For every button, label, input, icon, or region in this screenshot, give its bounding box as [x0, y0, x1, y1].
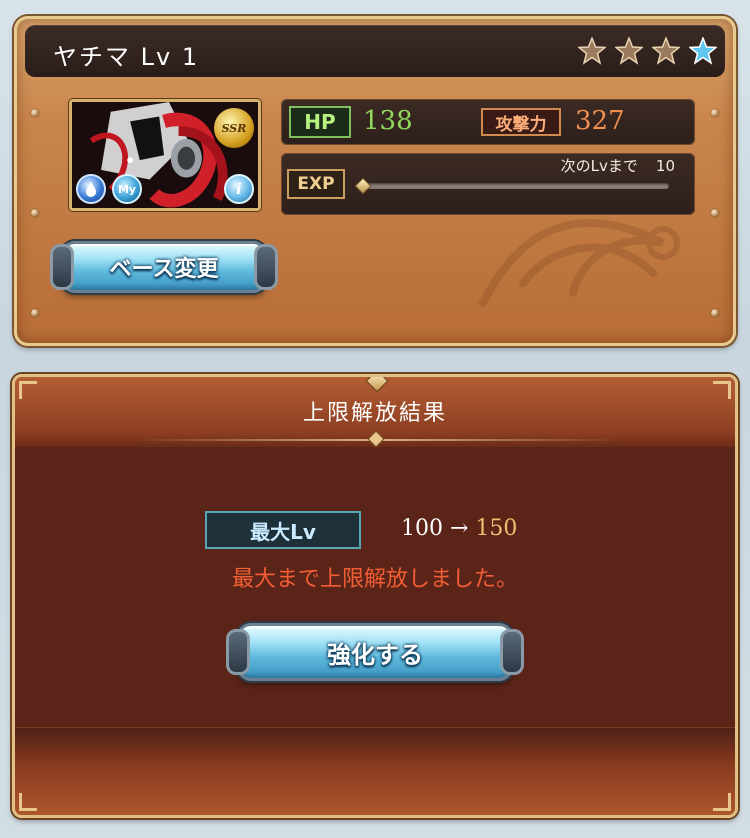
corner-ornament: [713, 793, 731, 811]
character-portrait[interactable]: SSR My i: [69, 99, 261, 211]
star-locked-icon: [615, 37, 643, 65]
corner-ornament: [713, 381, 731, 399]
uncap-stars: [578, 37, 717, 65]
next-level-value: 10: [655, 157, 675, 175]
exp-label: EXP: [287, 169, 345, 199]
rivet: [31, 309, 39, 317]
divider-gem-icon: [367, 430, 385, 448]
rivet: [711, 109, 719, 117]
rivet: [31, 109, 39, 117]
rivet: [711, 209, 719, 217]
title-bar: ヤチマ Lv 1: [25, 25, 725, 77]
exp-bar: [363, 183, 669, 189]
star-locked-icon: [578, 37, 606, 65]
rivet: [31, 209, 39, 217]
max-level-label: 最大Lv: [205, 511, 361, 549]
my-badge-icon: My: [112, 174, 142, 204]
panel-header: 上限解放結果: [15, 377, 735, 448]
level-change: 100 → 150: [401, 516, 517, 541]
attack-label: 攻撃力: [481, 108, 561, 136]
base-change-button[interactable]: ベース変更: [61, 241, 267, 293]
exp-panel: EXP 次のLvまで 10: [281, 153, 695, 215]
ssr-rarity-badge: SSR: [214, 108, 254, 148]
corner-ornament: [19, 381, 37, 399]
info-icon[interactable]: i: [224, 174, 254, 204]
star-active-icon: [689, 37, 717, 65]
hp-value: 138: [363, 106, 413, 136]
panel-footer: [15, 727, 735, 815]
new-max-level: 150: [475, 516, 518, 541]
old-max-level: 100: [401, 516, 443, 541]
next-level-text: 次のLvまで 10: [561, 155, 675, 176]
character-name: ヤチマ Lv 1: [53, 43, 200, 71]
limit-break-message: 最大まで上限解放しました。: [231, 567, 518, 592]
attack-value: 327: [575, 106, 625, 136]
arrow-icon: →: [450, 516, 469, 541]
header-gem-icon: [365, 377, 389, 393]
water-element-icon: [76, 174, 106, 204]
hp-label: HP: [289, 106, 351, 138]
max-level-row: 最大Lv 100 → 150: [205, 511, 565, 549]
rivet: [711, 309, 719, 317]
enhance-button[interactable]: 強化する: [237, 623, 513, 681]
stat-panel: HP 138 攻撃力 327: [281, 99, 695, 145]
panel-title: 上限解放結果: [302, 401, 447, 426]
star-locked-icon: [652, 37, 680, 65]
corner-ornament: [19, 793, 37, 811]
character-card: ヤチマ Lv 1 SSR My i HP 138 攻撃力 327 EXP 次のL…: [14, 16, 736, 346]
limit-break-result-panel: 上限解放結果 最大Lv 100 → 150 最大まで上限解放しました。 強化する: [12, 374, 738, 818]
next-level-label: 次のLvまで: [560, 157, 638, 175]
exp-marker-icon: [354, 177, 372, 195]
